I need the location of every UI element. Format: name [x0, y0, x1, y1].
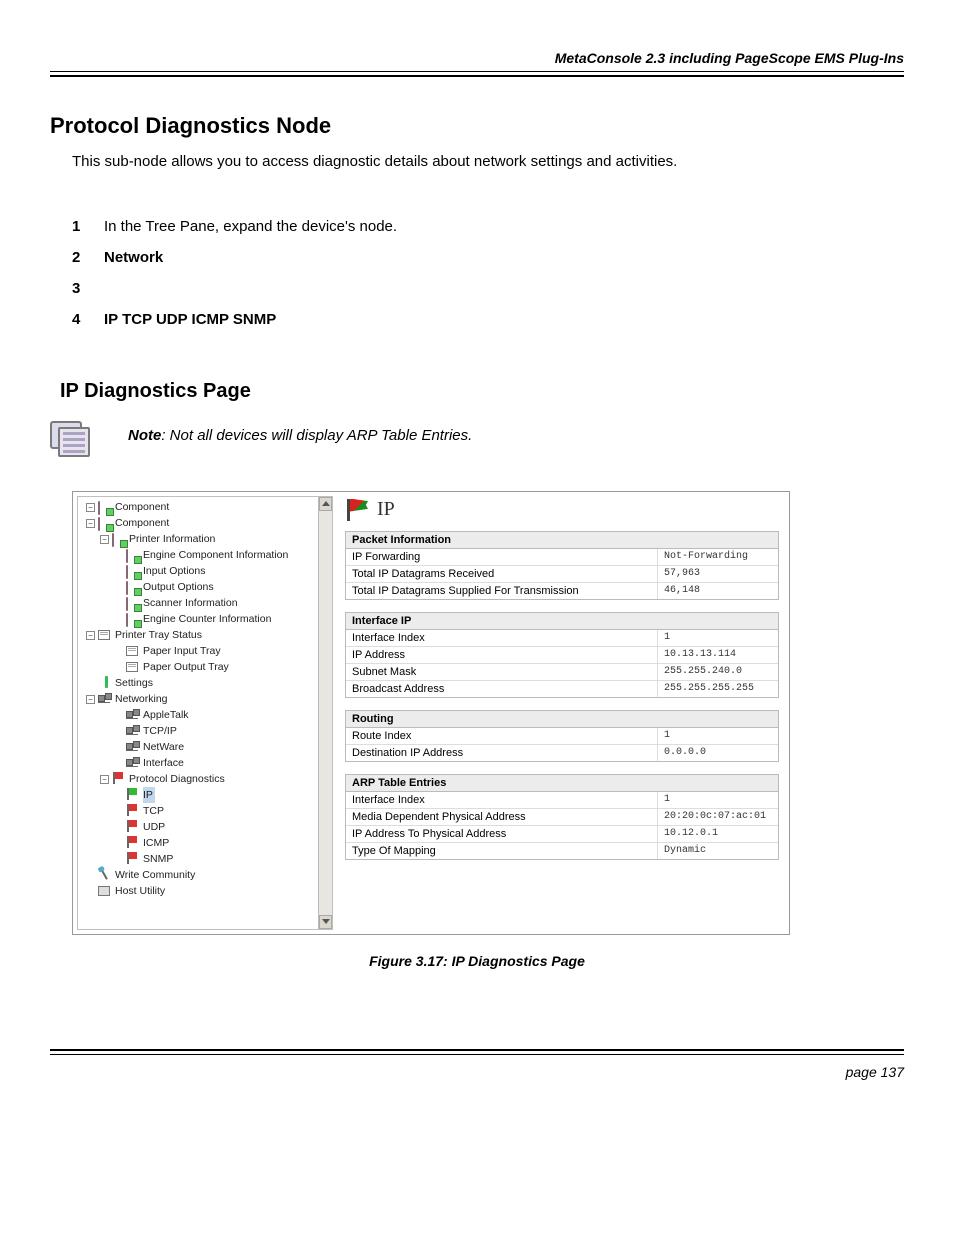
- group-interface-ip: Interface IP Interface Index1 IP Address…: [345, 612, 779, 698]
- page-number: page 137: [50, 1052, 904, 1080]
- table-row: Interface Index1: [346, 792, 778, 809]
- intro-paragraph: This sub-node allows you to access diagn…: [72, 153, 904, 170]
- tree-item-tcpip[interactable]: TCP/IP: [78, 723, 318, 739]
- table-row: Interface Index1: [346, 630, 778, 647]
- tree-item-host-utility[interactable]: Host Utility: [78, 883, 318, 899]
- flag-icon: [345, 499, 369, 521]
- table-row: Total IP Datagrams Received57,963: [346, 566, 778, 583]
- step-1-text: In the Tree Pane, expand the device's no…: [104, 216, 397, 237]
- note-rest: : Not all devices will display ARP Table…: [161, 427, 472, 444]
- tree-item-appletalk[interactable]: AppleTalk: [78, 707, 318, 723]
- tree-item-scanner-info[interactable]: Scanner Information: [78, 595, 318, 611]
- detail-title: IP: [345, 498, 779, 521]
- tree-item-icmp[interactable]: ICMP: [78, 835, 318, 851]
- figure-caption: Figure 3.17: IP Diagnostics Page: [50, 953, 904, 969]
- tree-scrollbar[interactable]: [318, 497, 332, 929]
- tree-item-ip[interactable]: IP: [78, 787, 318, 803]
- tree-item-tcp[interactable]: TCP: [78, 803, 318, 819]
- group-header: Interface IP: [346, 613, 778, 630]
- step-2: 2Network: [72, 247, 904, 268]
- tree-item-networking[interactable]: −Networking: [78, 691, 318, 707]
- detail-pane: IP Packet Information IP ForwardingNot-F…: [339, 496, 785, 930]
- tree-item-write-community[interactable]: Write Community: [78, 867, 318, 883]
- tree-item-paper-output-tray[interactable]: Paper Output Tray: [78, 659, 318, 675]
- tree-item-printer-tray-status[interactable]: −Printer Tray Status: [78, 627, 318, 643]
- group-arp-table-entries: ARP Table Entries Interface Index1 Media…: [345, 774, 779, 860]
- table-row: Route Index1: [346, 728, 778, 745]
- tree-item-engine-component[interactable]: Engine Component Information: [78, 547, 318, 563]
- tree-pane[interactable]: −Component −Component −Printer Informati…: [77, 496, 333, 930]
- tree-item-component[interactable]: −Component: [78, 515, 318, 531]
- scroll-up-icon[interactable]: [319, 497, 332, 511]
- screenshot-panel: −Component −Component −Printer Informati…: [72, 491, 790, 935]
- table-row: Total IP Datagrams Supplied For Transmis…: [346, 583, 778, 599]
- note-text: Note: Not all devices will display ARP T…: [128, 421, 472, 444]
- group-packet-information: Packet Information IP ForwardingNot-Forw…: [345, 531, 779, 600]
- tree-item-input-options[interactable]: Input Options: [78, 563, 318, 579]
- table-row: IP Address To Physical Address10.12.0.1: [346, 826, 778, 843]
- note-row: Note: Not all devices will display ARP T…: [50, 421, 904, 457]
- group-routing: Routing Route Index1 Destination IP Addr…: [345, 710, 779, 762]
- tree-item-output-options[interactable]: Output Options: [78, 579, 318, 595]
- table-row: Type Of MappingDynamic: [346, 843, 778, 859]
- tree-item-protocol-diagnostics[interactable]: −Protocol Diagnostics: [78, 771, 318, 787]
- note-bold: Note: [128, 427, 161, 444]
- table-row: Subnet Mask255.255.240.0: [346, 664, 778, 681]
- table-row: IP Address10.13.13.114: [346, 647, 778, 664]
- table-row: Broadcast Address255.255.255.255: [346, 681, 778, 697]
- tree-item-netware[interactable]: NetWare: [78, 739, 318, 755]
- group-header: Packet Information: [346, 532, 778, 549]
- tree-item-engine-counter[interactable]: Engine Counter Information: [78, 611, 318, 627]
- heading-protocol-diagnostics: Protocol Diagnostics Node: [50, 113, 904, 139]
- step-2-text: Network: [104, 247, 163, 268]
- tree-item-interface[interactable]: Interface: [78, 755, 318, 771]
- tree-item-paper-input-tray[interactable]: Paper Input Tray: [78, 643, 318, 659]
- detail-title-text: IP: [377, 498, 395, 521]
- group-header: ARP Table Entries: [346, 775, 778, 792]
- tree-item-snmp[interactable]: SNMP: [78, 851, 318, 867]
- header-separator: [50, 74, 904, 77]
- step-1: 1In the Tree Pane, expand the device's n…: [72, 216, 904, 237]
- tree-item-udp[interactable]: UDP: [78, 819, 318, 835]
- footer-separator: [50, 1049, 904, 1052]
- step-3: 3: [72, 278, 904, 299]
- tree-item-component[interactable]: −Component: [78, 499, 318, 515]
- scroll-down-icon[interactable]: [319, 915, 332, 929]
- steps-list: 1In the Tree Pane, expand the device's n…: [72, 216, 904, 330]
- step-4-text: IP TCP UDP ICMP SNMP: [104, 309, 276, 330]
- table-row: Destination IP Address0.0.0.0: [346, 745, 778, 761]
- note-icon: [50, 421, 92, 457]
- tree-item-settings[interactable]: Settings: [78, 675, 318, 691]
- group-header: Routing: [346, 711, 778, 728]
- table-row: IP ForwardingNot-Forwarding: [346, 549, 778, 566]
- heading-ip-diagnostics: IP Diagnostics Page: [60, 380, 904, 403]
- table-row: Media Dependent Physical Address20:20:0c…: [346, 809, 778, 826]
- tree-item-printer-info[interactable]: −Printer Information: [78, 531, 318, 547]
- step-4: 4IP TCP UDP ICMP SNMP: [72, 309, 904, 330]
